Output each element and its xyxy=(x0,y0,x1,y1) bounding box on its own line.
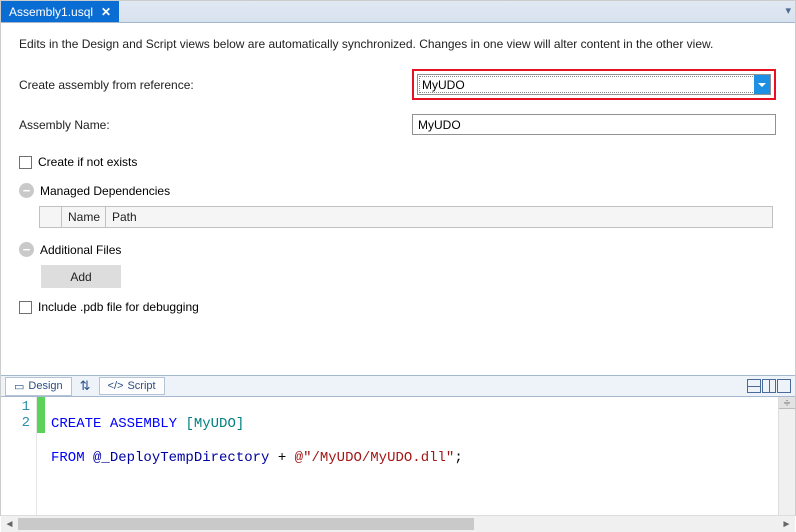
create-if-not-exists-label: Create if not exists xyxy=(38,155,137,169)
split-vertical-icon[interactable] xyxy=(762,379,776,393)
tab-script-label: Script xyxy=(127,380,155,392)
create-if-not-exists-checkbox[interactable] xyxy=(19,156,32,169)
tab-design[interactable]: ▭ Design xyxy=(5,377,72,396)
deps-col-path: Path xyxy=(106,207,772,227)
horizontal-scrollbar[interactable]: ◄ ► xyxy=(1,515,795,532)
sync-info-text: Edits in the Design and Script views bel… xyxy=(19,37,777,51)
swap-panes-icon[interactable]: ⇅ xyxy=(76,378,95,394)
line-number-gutter: 1 2 xyxy=(1,397,37,515)
reference-row: Create assembly from reference: MyUDO xyxy=(19,69,777,100)
change-marker xyxy=(37,415,45,433)
assembly-name-row: Assembly Name: xyxy=(19,114,777,135)
bottom-tab-bar: ▭ Design ⇅ </> Script xyxy=(1,375,795,397)
scroll-thumb[interactable] xyxy=(18,518,474,530)
managed-deps-header: − Managed Dependencies xyxy=(19,183,777,198)
create-if-not-exists-row: Create if not exists xyxy=(19,155,777,169)
code-token: FROM xyxy=(51,450,85,466)
vertical-scrollbar[interactable]: ÷ xyxy=(778,397,795,515)
script-view: 1 2 CREATE ASSEMBLY [MyUDO] FROM @_Deplo… xyxy=(1,397,795,515)
additional-files-label: Additional Files xyxy=(40,243,121,257)
reference-value: MyUDO xyxy=(422,78,465,92)
include-pdb-label: Include .pdb file for debugging xyxy=(38,300,199,314)
scroll-right-icon[interactable]: ► xyxy=(778,519,795,530)
reference-dropdown[interactable]: MyUDO xyxy=(417,74,771,95)
code-token: [MyUDO] xyxy=(177,416,244,432)
collapse-icon[interactable]: − xyxy=(19,183,34,198)
assembly-name-input[interactable] xyxy=(412,114,776,135)
add-button[interactable]: Add xyxy=(41,265,121,288)
include-pdb-row: Include .pdb file for debugging xyxy=(19,300,777,314)
design-icon: ▭ xyxy=(14,380,24,393)
document-tab[interactable]: Assembly1.usql ✕ xyxy=(1,1,119,22)
split-horizontal-icon[interactable] xyxy=(747,379,761,393)
include-pdb-checkbox[interactable] xyxy=(19,301,32,314)
splitter-icon[interactable]: ÷ xyxy=(779,397,795,409)
scroll-left-icon[interactable]: ◄ xyxy=(1,519,18,530)
line-number: 1 xyxy=(1,399,30,415)
design-view: Edits in the Design and Script views bel… xyxy=(1,23,795,375)
document-tab-bar: Assembly1.usql ✕ ▾ xyxy=(1,1,795,23)
reference-highlight: MyUDO xyxy=(412,69,776,100)
additional-files-header: − Additional Files xyxy=(19,242,777,257)
full-view-icon[interactable] xyxy=(777,379,791,393)
code-token: @"/MyUDO/MyUDO.dll" xyxy=(295,450,455,466)
chevron-down-icon[interactable] xyxy=(754,75,770,94)
close-icon[interactable]: ✕ xyxy=(101,5,111,19)
code-token: @_DeployTempDirectory xyxy=(85,450,270,466)
deps-table: Name Path xyxy=(39,206,777,228)
script-icon: </> xyxy=(108,380,124,392)
document-tab-title: Assembly1.usql xyxy=(9,5,93,19)
managed-deps-label: Managed Dependencies xyxy=(40,184,170,198)
scroll-track[interactable] xyxy=(18,516,778,532)
view-mode-icons xyxy=(747,379,791,393)
code-token: ASSEMBLY xyxy=(110,416,177,432)
code-token: ; xyxy=(454,450,462,466)
change-marker xyxy=(37,397,45,415)
deps-col-name: Name xyxy=(62,207,106,227)
code-editor[interactable]: CREATE ASSEMBLY [MyUDO] FROM @_DeployTem… xyxy=(45,397,778,515)
reference-label: Create assembly from reference: xyxy=(19,78,412,92)
tab-script[interactable]: </> Script xyxy=(99,377,165,395)
tab-design-label: Design xyxy=(28,380,62,392)
change-marker-column xyxy=(37,397,45,515)
code-token: + xyxy=(269,450,294,466)
assembly-name-label: Assembly Name: xyxy=(19,118,412,132)
code-token: CREATE xyxy=(51,416,101,432)
deps-col-empty xyxy=(40,207,62,227)
deps-table-header: Name Path xyxy=(39,206,773,228)
line-number: 2 xyxy=(1,415,30,431)
tab-overflow-icon[interactable]: ▾ xyxy=(785,4,791,17)
collapse-icon[interactable]: − xyxy=(19,242,34,257)
